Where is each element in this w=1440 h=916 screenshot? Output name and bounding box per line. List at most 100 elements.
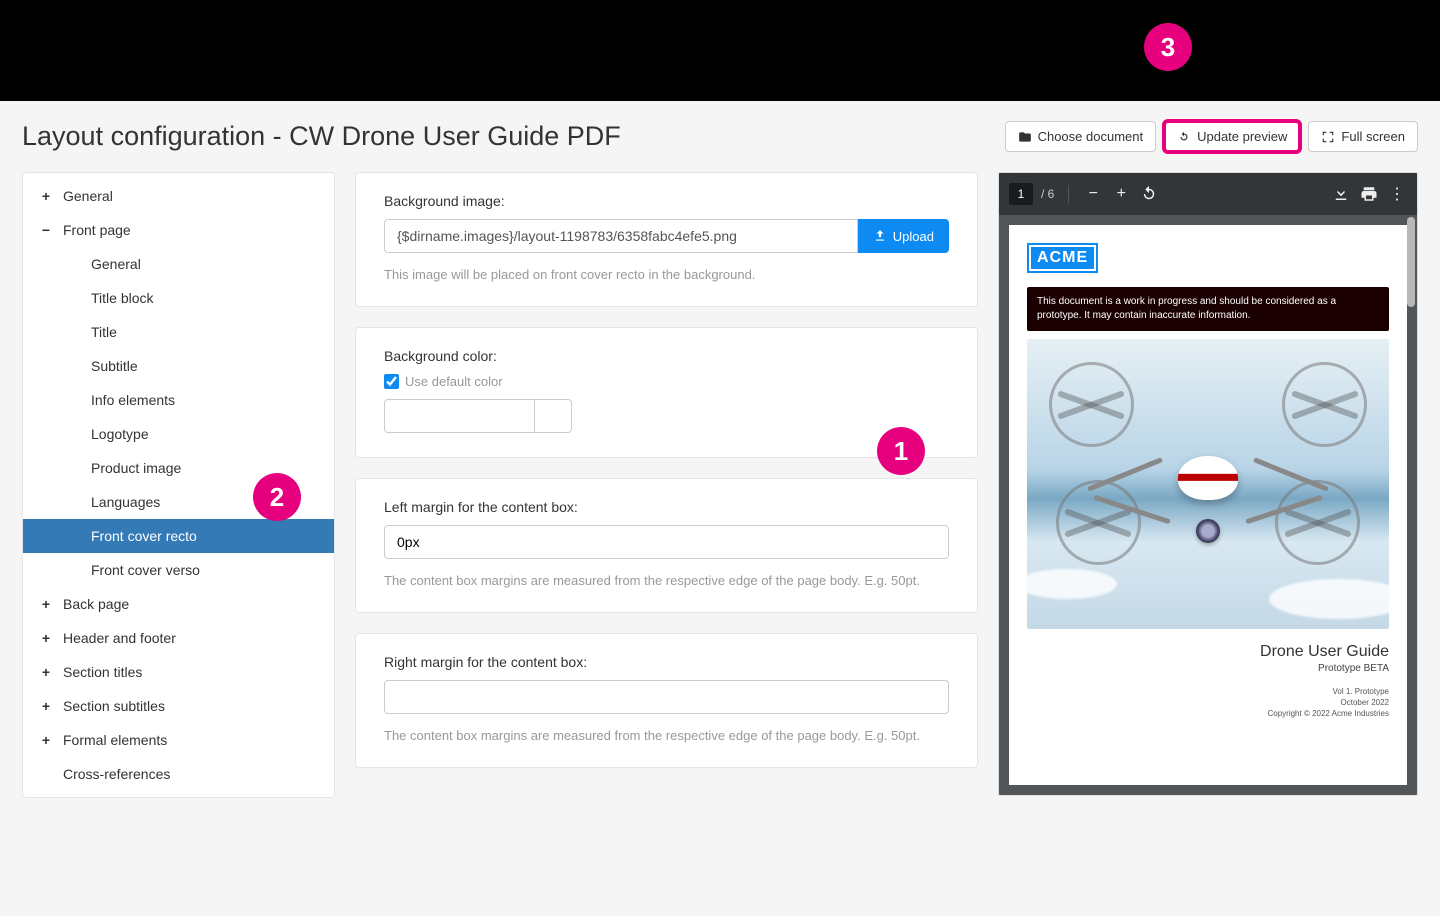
zoom-out-icon[interactable]: − bbox=[1083, 184, 1103, 204]
bg-image-label: Background image: bbox=[384, 193, 949, 209]
sidebar-item-logotype[interactable]: Logotype bbox=[23, 417, 334, 451]
doc-footer: Drone User Guide Prototype BETA Vol 1. P… bbox=[1027, 643, 1389, 720]
sidebar-item-back-page[interactable]: + Back page bbox=[23, 587, 334, 621]
sidebar-item-label: Front page bbox=[63, 222, 131, 238]
sidebar-item-formal-elements[interactable]: + Formal elements bbox=[23, 723, 334, 757]
pdf-toolbar: 1 / 6 − + ⋮ bbox=[999, 173, 1417, 215]
sidebar-item-label: General bbox=[91, 256, 141, 272]
use-default-color-label: Use default color bbox=[405, 374, 503, 389]
sidebar-item-label: Info elements bbox=[91, 392, 175, 408]
left-margin-label: Left margin for the content box: bbox=[384, 499, 949, 515]
pdf-page-total: / 6 bbox=[1041, 187, 1054, 201]
upload-button[interactable]: Upload bbox=[858, 219, 949, 253]
sidebar-item-label: Title bbox=[91, 324, 117, 340]
sidebar-item-label: Title block bbox=[91, 290, 154, 306]
color-swatch[interactable] bbox=[534, 399, 572, 433]
rotate-icon[interactable] bbox=[1139, 184, 1159, 204]
fullscreen-icon bbox=[1321, 130, 1335, 144]
bg-color-card: Background color: Use default color bbox=[355, 327, 978, 458]
sidebar-item-title-block[interactable]: Title block bbox=[23, 281, 334, 315]
bg-image-card: Background image: Upload This image will… bbox=[355, 172, 978, 307]
pdf-scrollbar[interactable] bbox=[1407, 217, 1415, 307]
expand-icon: + bbox=[41, 188, 51, 204]
upload-icon bbox=[873, 229, 887, 243]
sidebar-item-general[interactable]: General bbox=[23, 247, 334, 281]
left-margin-help: The content box margins are measured fro… bbox=[384, 573, 949, 588]
doc-meta-date: October 2022 bbox=[1027, 697, 1389, 708]
sidebar-item-front-cover-verso[interactable]: Front cover verso bbox=[23, 553, 334, 587]
sidebar-item-label: Front cover verso bbox=[91, 562, 200, 578]
pdf-page-preview: ACME This document is a work in progress… bbox=[1009, 225, 1407, 785]
page-header: Layout configuration - CW Drone User Gui… bbox=[22, 121, 1418, 152]
update-preview-button[interactable]: Update preview bbox=[1164, 121, 1300, 152]
download-icon[interactable] bbox=[1331, 184, 1351, 204]
choose-document-button[interactable]: Choose document bbox=[1005, 121, 1157, 152]
acme-logo: ACME bbox=[1027, 243, 1098, 273]
expand-icon: + bbox=[41, 664, 51, 680]
full-screen-label: Full screen bbox=[1341, 129, 1405, 144]
form-column: Background image: Upload This image will… bbox=[355, 172, 978, 768]
sidebar-item-label: Subtitle bbox=[91, 358, 138, 374]
sidebar-item-subtitle[interactable]: Subtitle bbox=[23, 349, 334, 383]
sidebar-item-languages[interactable]: Languages bbox=[23, 485, 334, 519]
page-title: Layout configuration - CW Drone User Gui… bbox=[22, 121, 621, 152]
sidebar-item-front-page[interactable]: −Front page bbox=[23, 213, 334, 247]
zoom-in-icon[interactable]: + bbox=[1111, 184, 1131, 204]
sidebar-item-label: Formal elements bbox=[63, 732, 167, 748]
right-margin-input[interactable] bbox=[384, 680, 949, 714]
doc-meta-vol: Vol 1. Prototype bbox=[1027, 686, 1389, 697]
expand-icon: + bbox=[41, 732, 51, 748]
sidebar-item-label: General bbox=[63, 188, 113, 204]
pdf-page-current[interactable]: 1 bbox=[1009, 183, 1033, 205]
bg-image-help: This image will be placed on front cover… bbox=[384, 267, 949, 282]
expand-icon: − bbox=[41, 222, 51, 238]
right-margin-card: Right margin for the content box: The co… bbox=[355, 633, 978, 768]
more-icon[interactable]: ⋮ bbox=[1387, 184, 1407, 204]
expand-icon: + bbox=[41, 596, 51, 612]
upload-label: Upload bbox=[893, 229, 934, 244]
expand-icon: + bbox=[41, 698, 51, 714]
full-screen-button[interactable]: Full screen bbox=[1308, 121, 1418, 152]
right-margin-help: The content box margins are measured fro… bbox=[384, 728, 949, 743]
sidebar-item-label: Section titles bbox=[63, 664, 142, 680]
sidebar-item-label: Front cover recto bbox=[91, 528, 197, 544]
update-preview-label: Update preview bbox=[1197, 129, 1287, 144]
bg-color-label: Background color: bbox=[384, 348, 949, 364]
doc-subtitle: Prototype BETA bbox=[1027, 663, 1389, 674]
use-default-color-row[interactable]: Use default color bbox=[384, 374, 949, 389]
sidebar-item-product-image[interactable]: Product image bbox=[23, 451, 334, 485]
bg-image-input[interactable] bbox=[384, 219, 858, 253]
sidebar-item-label: Section subtitles bbox=[63, 698, 165, 714]
color-value-box[interactable] bbox=[384, 399, 534, 433]
right-margin-label: Right margin for the content box: bbox=[384, 654, 949, 670]
drone-product-image bbox=[1027, 339, 1389, 629]
toolbar-divider bbox=[1068, 185, 1069, 203]
sidebar-item-label: Product image bbox=[91, 460, 181, 476]
top-black-bar bbox=[0, 0, 1440, 101]
preview-column: 1 / 6 − + ⋮ bbox=[998, 172, 1418, 796]
left-margin-input[interactable] bbox=[384, 525, 949, 559]
use-default-color-checkbox[interactable] bbox=[384, 374, 399, 389]
print-icon[interactable] bbox=[1359, 184, 1379, 204]
left-margin-card: Left margin for the content box: The con… bbox=[355, 478, 978, 613]
pdf-viewer: 1 / 6 − + ⋮ bbox=[998, 172, 1418, 796]
sidebar-item-header-and-footer[interactable]: + Header and footer bbox=[23, 621, 334, 655]
color-picker[interactable] bbox=[384, 399, 949, 433]
sidebar-item-cross-references[interactable]: Cross-references bbox=[23, 757, 334, 791]
sidebar-item-title[interactable]: Title bbox=[23, 315, 334, 349]
sidebar-item-general[interactable]: + General bbox=[23, 179, 334, 213]
sidebar-item-label: Cross-references bbox=[63, 766, 170, 782]
expand-icon: + bbox=[41, 630, 51, 646]
header-buttons: Choose document Update preview Full scre… bbox=[1005, 121, 1418, 152]
sidebar-item-label: Header and footer bbox=[63, 630, 176, 646]
sidebar-item-front-cover-recto[interactable]: Front cover recto bbox=[23, 519, 334, 553]
folder-open-icon bbox=[1018, 130, 1032, 144]
sidebar-item-info-elements[interactable]: Info elements bbox=[23, 383, 334, 417]
doc-title: Drone User Guide bbox=[1027, 643, 1389, 661]
sidebar-nav: 2 +General−Front pageGeneralTitle blockT… bbox=[22, 172, 335, 798]
sidebar-item-label: Languages bbox=[91, 494, 160, 510]
sidebar-item-section-titles[interactable]: + Section titles bbox=[23, 655, 334, 689]
sidebar-item-label: Back page bbox=[63, 596, 129, 612]
choose-document-label: Choose document bbox=[1038, 129, 1144, 144]
sidebar-item-section-subtitles[interactable]: + Section subtitles bbox=[23, 689, 334, 723]
